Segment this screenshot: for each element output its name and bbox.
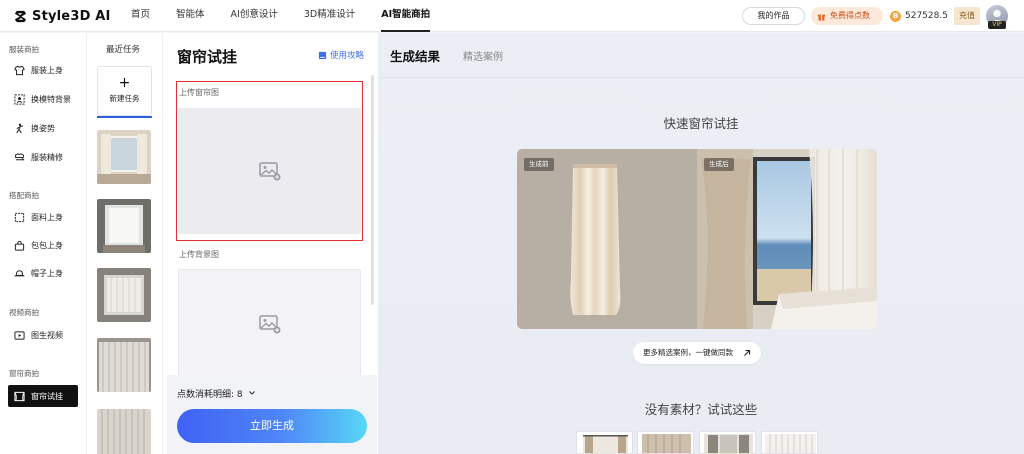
sidebar-item-garment-on-body[interactable]: 服装上身 [8, 59, 78, 81]
tab-selected-cases[interactable]: 精选案例 [463, 48, 503, 63]
recent-tasks-title: 最近任务 [106, 45, 141, 55]
sample-thumbnail[interactable] [761, 431, 818, 454]
upload-background-label: 上传背景图 [179, 250, 219, 259]
new-task-indicator [97, 116, 152, 118]
sample-thumbnail[interactable] [576, 431, 633, 454]
sidebar-item-label: 帽子上身 [31, 268, 63, 278]
sidebar-item-label: 换姿势 [31, 123, 55, 133]
nav-ai-smart-shoot[interactable]: AI智能商拍 [368, 0, 443, 32]
plus-icon: + [118, 75, 131, 91]
upload-background-dropzone[interactable] [178, 269, 361, 379]
sidebar-item-label: 面料上身 [31, 212, 63, 222]
sidebar-item-label: 服装上身 [31, 65, 63, 75]
task-thumbnail[interactable] [97, 199, 151, 253]
nav-agent[interactable]: 智能体 [163, 0, 218, 32]
sample-thumbnail[interactable] [637, 431, 694, 454]
logo-text: Style3D AI [32, 8, 111, 24]
fabric-icon [14, 212, 25, 222]
results-area: 生成结果 精选案例 快速窗帘试挂 生成前 生成后 更多精选案例，一键做同款 没有… [378, 33, 1024, 454]
nav-ai-creative-design[interactable]: AI创意设计 [218, 0, 291, 32]
sidebar-item-label: 窗帘试挂 [31, 391, 63, 401]
book-icon [318, 51, 327, 59]
retouch-icon [14, 152, 25, 161]
top-nav: 首页 智能体 AI创意设计 3D精准设计 AI智能商拍 [118, 0, 443, 32]
sidebar-item-label: 换模特背景 [31, 94, 71, 104]
before-after-comparison: 生成前 生成后 [517, 149, 877, 329]
free-points-button[interactable]: 免费得点数 [811, 7, 883, 25]
sidebar-item-image-to-video[interactable]: 图生视频 [8, 324, 78, 346]
new-task-label: 新建任务 [109, 94, 140, 103]
my-works-button[interactable]: 我的作品 [742, 7, 805, 25]
generate-now-button[interactable]: 立即生成 [177, 409, 367, 443]
task-thumbnail[interactable] [97, 130, 151, 184]
nav-3d-precise-design[interactable]: 3D精准设计 [291, 0, 368, 32]
upload-panel: 窗帘试挂 使用攻略 上传窗帘图 上传背景图 点数消耗明细: 8 立即生成 [162, 33, 378, 454]
tab-generated-results[interactable]: 生成结果 [390, 46, 440, 65]
gift-icon [817, 14, 826, 21]
vip-badge: VIP [988, 21, 1006, 29]
recent-tasks-panel: 最近任务 + 新建任务 [86, 33, 162, 454]
points-cost-label: 点数消耗明细: 8 [177, 390, 243, 400]
free-points-label: 免费得点数 [830, 11, 870, 20]
nav-home[interactable]: 首页 [118, 0, 163, 32]
new-task-button[interactable]: + 新建任务 [97, 66, 152, 116]
pose-icon [16, 123, 23, 133]
more-cases-button[interactable]: 更多精选案例，一键做同款 [633, 342, 761, 364]
style3d-logo-icon [14, 10, 27, 22]
section-title-garment-shoot: 服装商拍 [9, 45, 39, 54]
sidebar-item-label: 服装精修 [31, 152, 63, 162]
swap-background-icon [14, 93, 25, 105]
page-title: 窗帘试挂 [177, 48, 238, 66]
quick-try-title: 快速窗帘试挂 [663, 116, 739, 131]
comparison-image [517, 149, 877, 329]
usage-guide-label: 使用攻略 [330, 51, 365, 61]
section-title-video-shoot: 视频商拍 [9, 308, 39, 317]
coin-icon: B [890, 10, 901, 22]
task-thumbnail[interactable] [97, 338, 151, 392]
top-bar: Style3D AI 首页 智能体 AI创意设计 3D精准设计 AI智能商拍 我… [0, 0, 1024, 32]
points-cost-detail[interactable]: 点数消耗明细: 8 [177, 387, 256, 400]
sidebar-item-bag-on-body[interactable]: 包包上身 [8, 234, 78, 256]
curtain-icon [14, 391, 25, 401]
arrow-up-right-icon [744, 349, 751, 356]
sidebar-item-label: 图生视频 [31, 330, 63, 340]
task-thumbnail[interactable] [97, 409, 151, 454]
logo[interactable]: Style3D AI [13, 7, 111, 25]
video-icon [14, 330, 25, 340]
sample-thumbnail[interactable] [699, 431, 756, 454]
usage-guide-link[interactable]: 使用攻略 [318, 49, 364, 61]
chevron-down-icon [248, 391, 255, 395]
tshirt-icon [14, 65, 25, 75]
sidebar-item-change-pose[interactable]: 换姿势 [8, 117, 78, 139]
bag-icon [14, 240, 25, 251]
sidebar-item-hat-on-body[interactable]: 帽子上身 [8, 262, 78, 284]
panel-scrollbar[interactable] [371, 75, 374, 305]
before-tag: 生成前 [524, 158, 554, 171]
try-samples-title: 没有素材？试试这些 [644, 402, 758, 417]
after-tag: 生成后 [704, 158, 734, 171]
recharge-button[interactable]: 充值 [954, 7, 980, 25]
section-title-accessory-shoot: 搭配商拍 [9, 191, 39, 200]
sidebar-item-garment-retouch[interactable]: 服装精修 [8, 146, 78, 168]
section-title-curtain-shoot: 窗帘商拍 [9, 369, 39, 378]
more-cases-label: 更多精选案例，一键做同款 [643, 348, 733, 357]
task-thumbnail[interactable] [97, 268, 151, 322]
sidebar-item-curtain-try-on[interactable]: 窗帘试挂 [8, 385, 78, 407]
sidebar: 服装商拍 服装上身 换模特背景 换姿势 服装精修 搭配商拍 面料上身 包包上身 … [0, 33, 86, 454]
generate-footer: 点数消耗明细: 8 立即生成 [167, 375, 377, 454]
tab-divider [378, 77, 1024, 78]
points-value: 527528.5 [905, 11, 948, 21]
hat-icon [14, 269, 25, 276]
sidebar-item-swap-model-background[interactable]: 换模特背景 [8, 88, 78, 110]
upload-curtain-highlight [176, 81, 363, 241]
sidebar-item-label: 包包上身 [31, 240, 63, 250]
sidebar-item-fabric-on-body[interactable]: 面料上身 [8, 206, 78, 228]
image-upload-icon [258, 315, 280, 334]
points-balance: B 527528.5 [890, 7, 948, 25]
